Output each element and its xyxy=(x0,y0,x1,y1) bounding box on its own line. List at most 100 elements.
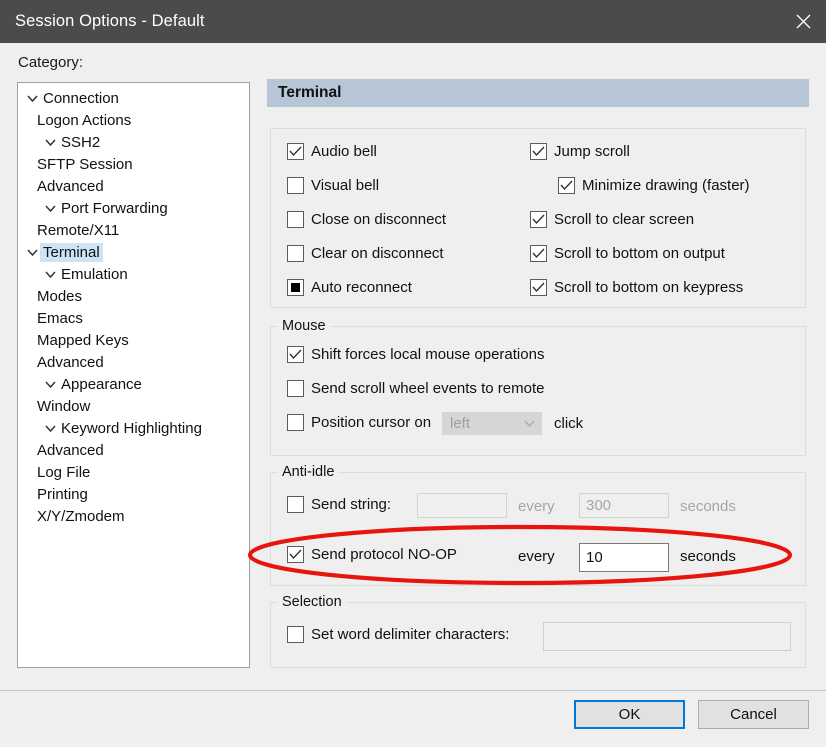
tree-item-keyword-highlighting[interactable]: Keyword Highlighting xyxy=(18,417,249,439)
checkbox-icon-unchecked xyxy=(287,626,304,643)
checkbox-icon-checked xyxy=(530,143,547,160)
checkbox-icon-checked xyxy=(530,245,547,262)
checkbox-label: Position cursor on xyxy=(311,414,432,431)
tree-item-label: Emulation xyxy=(61,265,128,283)
checkbox-icon-unchecked xyxy=(287,380,304,397)
tree-item-label: Log File xyxy=(37,463,91,481)
send-string-interval-input[interactable]: 300 xyxy=(579,493,669,518)
page-title: Terminal xyxy=(278,84,342,101)
tree-item-x-y-zmodem[interactable]: X/Y/Zmodem xyxy=(18,505,249,527)
checkbox-label: Send scroll wheel events to remote xyxy=(311,380,545,397)
checkbox-label: Scroll to bottom on output xyxy=(554,245,725,262)
tree-item-mapped-keys[interactable]: Mapped Keys xyxy=(18,329,249,351)
window-title: Session Options - Default xyxy=(15,12,205,30)
checkbox-jump-scroll[interactable]: Jump scroll xyxy=(530,143,630,160)
tree-item-window[interactable]: Window xyxy=(18,395,249,417)
checkbox-icon-checked xyxy=(558,177,575,194)
tree-item-label: Appearance xyxy=(61,375,142,393)
noop-every-label: every xyxy=(518,548,555,565)
checkbox-label: Minimize drawing (faster) xyxy=(582,177,750,194)
send-string-every-label: every xyxy=(518,498,555,515)
checkbox-scroll-to-bottom-on-keypress[interactable]: Scroll to bottom on keypress xyxy=(530,279,743,296)
tree-item-printing[interactable]: Printing xyxy=(18,483,249,505)
checkbox-icon-checked xyxy=(530,211,547,228)
checkbox-icon-unchecked xyxy=(287,211,304,228)
tree-item-advanced[interactable]: Advanced xyxy=(18,175,249,197)
checkbox-scroll-to-clear-screen[interactable]: Scroll to clear screen xyxy=(530,211,694,228)
chevron-down-icon[interactable] xyxy=(42,204,58,212)
tree-item-label: Remote/X11 xyxy=(37,221,120,239)
checkbox-close-on-disconnect[interactable]: Close on disconnect xyxy=(287,211,446,228)
checkbox-minimize-drawing-faster[interactable]: Minimize drawing (faster) xyxy=(558,177,750,194)
mouse-group-legend: Mouse xyxy=(278,318,330,334)
tree-item-ssh2[interactable]: SSH2 xyxy=(18,131,249,153)
checkbox-position-cursor-on[interactable]: Position cursor on xyxy=(287,414,431,431)
tree-item-appearance[interactable]: Appearance xyxy=(18,373,249,395)
category-tree[interactable]: Connection Logon Actions SSH2 SFTP Session A… xyxy=(17,82,250,668)
chevron-down-icon[interactable] xyxy=(42,380,58,388)
checkbox-send-string[interactable]: Send string: xyxy=(287,496,391,513)
tree-item-label: Keyword Highlighting xyxy=(61,419,202,437)
tree-item-modes[interactable]: Modes xyxy=(18,285,249,307)
mouse-button-select[interactable]: left xyxy=(442,412,542,435)
checkbox-label: Close on disconnect xyxy=(311,211,447,228)
checkbox-label: Audio bell xyxy=(311,143,377,160)
tree-item-advanced[interactable]: Advanced xyxy=(18,439,249,461)
close-icon[interactable] xyxy=(780,0,826,43)
checkbox-clear-on-disconnect[interactable]: Clear on disconnect xyxy=(287,245,444,262)
chevron-down-icon[interactable] xyxy=(42,424,58,432)
checkbox-icon-checked xyxy=(530,279,547,296)
word-delimiter-input-value xyxy=(548,623,786,650)
send-string-input[interactable] xyxy=(417,493,507,518)
tree-item-label: X/Y/Zmodem xyxy=(37,507,125,525)
noop-interval-value: 10 xyxy=(586,549,603,566)
checkbox-visual-bell[interactable]: Visual bell xyxy=(287,177,379,194)
checkbox-audio-bell[interactable]: Audio bell xyxy=(287,143,377,160)
checkbox-shift-forces-local-mouse[interactable]: Shift forces local mouse operations xyxy=(287,346,544,363)
checkbox-auto-reconnect[interactable]: Auto reconnect xyxy=(287,279,412,296)
checkbox-icon-unchecked xyxy=(287,496,304,513)
chevron-down-icon[interactable] xyxy=(24,248,40,256)
noop-interval-input[interactable]: 10 xyxy=(579,543,669,572)
selection-group: Selection Set word delimiter characters: xyxy=(270,594,806,668)
checkbox-scroll-to-bottom-on-output[interactable]: Scroll to bottom on output xyxy=(530,245,725,262)
word-delimiter-input[interactable] xyxy=(543,622,791,651)
tree-item-advanced[interactable]: Advanced xyxy=(18,351,249,373)
checkbox-label: Clear on disconnect xyxy=(311,245,444,262)
cancel-button[interactable]: Cancel xyxy=(698,700,809,729)
noop-seconds-label: seconds xyxy=(680,548,736,565)
checkbox-label: Send protocol NO-OP xyxy=(311,546,457,563)
tree-item-label: Window xyxy=(37,397,91,415)
tree-item-emacs[interactable]: Emacs xyxy=(18,307,249,329)
tree-item-label: Mapped Keys xyxy=(37,331,129,349)
tree-item-logon-actions[interactable]: Logon Actions xyxy=(18,109,249,131)
tree-item-log-file[interactable]: Log File xyxy=(18,461,249,483)
ok-button[interactable]: OK xyxy=(574,700,685,729)
tree-item-terminal[interactable]: Terminal xyxy=(18,241,249,263)
tree-item-label: Advanced xyxy=(37,353,104,371)
tree-item-emulation[interactable]: Emulation xyxy=(18,263,249,285)
tree-item-port-forwarding[interactable]: Port Forwarding xyxy=(18,197,249,219)
chevron-down-icon[interactable] xyxy=(42,138,58,146)
tree-item-sftp-session[interactable]: SFTP Session xyxy=(18,153,249,175)
checkbox-label: Scroll to bottom on keypress xyxy=(554,279,744,296)
tree-item-label: SSH2 xyxy=(61,133,101,151)
tree-item-label: Modes xyxy=(37,287,83,305)
checkbox-icon-indeterminate xyxy=(287,279,304,296)
checkbox-label: Send string: xyxy=(311,496,392,513)
tree-item-connection[interactable]: Connection xyxy=(18,87,249,109)
send-string-input-value xyxy=(422,494,502,517)
click-suffix-label: click xyxy=(554,415,584,432)
checkbox-send-scroll-wheel[interactable]: Send scroll wheel events to remote xyxy=(287,380,544,397)
checkbox-label: Scroll to clear screen xyxy=(554,211,695,228)
checkbox-set-word-delimiter[interactable]: Set word delimiter characters: xyxy=(287,626,509,643)
chevron-down-icon[interactable] xyxy=(42,270,58,278)
tree-item-remote-x11[interactable]: Remote/X11 xyxy=(18,219,249,241)
ok-button-label: OK xyxy=(618,706,641,723)
send-string-seconds-label: seconds xyxy=(680,498,736,515)
mouse-button-select-value: left xyxy=(450,415,471,432)
general-options-group: Audio bell Visual bell Close on disconnect… xyxy=(270,128,806,308)
chevron-down-icon[interactable] xyxy=(24,94,40,102)
checkbox-send-protocol-noop[interactable]: Send protocol NO-OP xyxy=(287,546,457,563)
tree-item-label: Terminal xyxy=(40,242,103,262)
